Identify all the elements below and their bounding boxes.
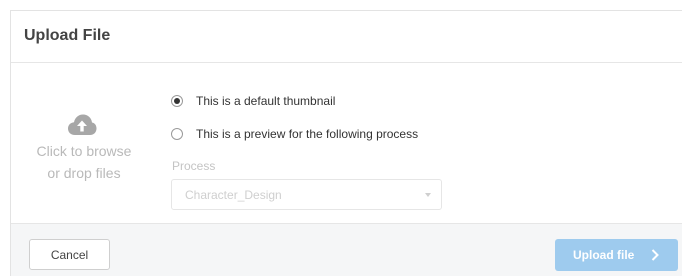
dialog-title: Upload File [24,27,111,44]
process-preview-option[interactable]: This is a preview for the following proc… [171,124,418,144]
process-select[interactable]: Character_Design [171,179,442,210]
cloud-upload-icon [68,114,97,135]
dialog-body: Click to browse or drop files This is a … [11,63,682,223]
dropzone-text-line2: or drop files [47,165,121,181]
dialog-header: Upload File [11,11,682,63]
process-preview-radio[interactable] [171,128,183,140]
default-thumbnail-option[interactable]: This is a default thumbnail [171,91,335,111]
process-select-value: Character_Design [185,188,282,202]
caret-down-icon [425,193,431,197]
process-preview-label: This is a preview for the following proc… [196,127,419,141]
upload-file-button[interactable]: Upload file [555,239,678,271]
dropzone-text-line1: Click to browse [36,143,132,159]
upload-file-dialog: Upload File Click to browse or drop file… [10,10,682,276]
dialog-footer: Cancel Upload file [11,223,682,276]
cancel-button[interactable]: Cancel [29,239,110,270]
file-dropzone[interactable]: Click to browse or drop files [11,63,151,223]
default-thumbnail-label: This is a default thumbnail [196,94,336,108]
process-label: Process [172,159,216,173]
chevron-right-icon [651,249,659,261]
default-thumbnail-radio[interactable] [171,95,183,107]
upload-file-label: Upload file [573,248,635,262]
